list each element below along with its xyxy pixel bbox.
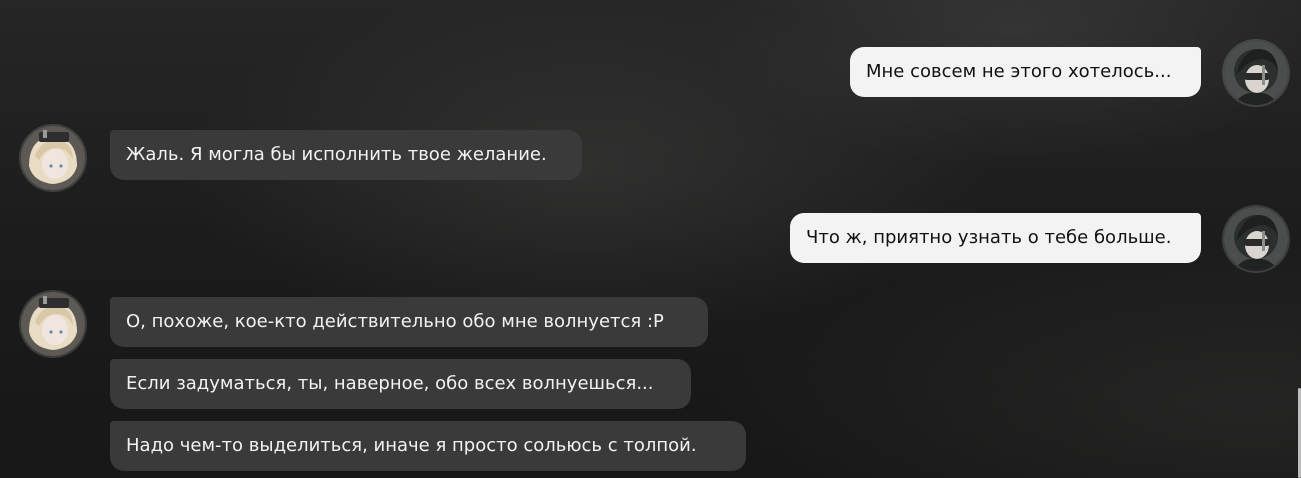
- blonde-character-avatar-icon: [21, 292, 85, 356]
- user-avatar[interactable]: [1224, 41, 1288, 105]
- chat-log: Мне совсем не этого хотелось... Жаль. Я …: [0, 0, 1301, 478]
- companion-message-bubble: О, похоже, кое-кто действительно обо мне…: [110, 297, 708, 347]
- companion-avatar[interactable]: [21, 126, 85, 190]
- companion-message-bubble: Если задуматься, ты, наверное, обо всех …: [110, 359, 691, 409]
- user-message-bubble: Мне совсем не этого хотелось...: [850, 47, 1201, 97]
- companion-message-bubble: Жаль. Я могла бы исполнить твое желание.: [110, 130, 582, 180]
- user-message-bubble: Что ж, приятно узнать о тебе больше.: [790, 213, 1201, 263]
- dark-haired-masked-character-avatar-icon: [1224, 207, 1288, 271]
- companion-message-bubble: Надо чем-то выделиться, иначе я просто с…: [110, 421, 746, 471]
- blonde-character-avatar-icon: [21, 126, 85, 190]
- dark-haired-masked-character-avatar-icon: [1224, 41, 1288, 105]
- companion-avatar[interactable]: [21, 292, 85, 356]
- user-avatar[interactable]: [1224, 207, 1288, 271]
